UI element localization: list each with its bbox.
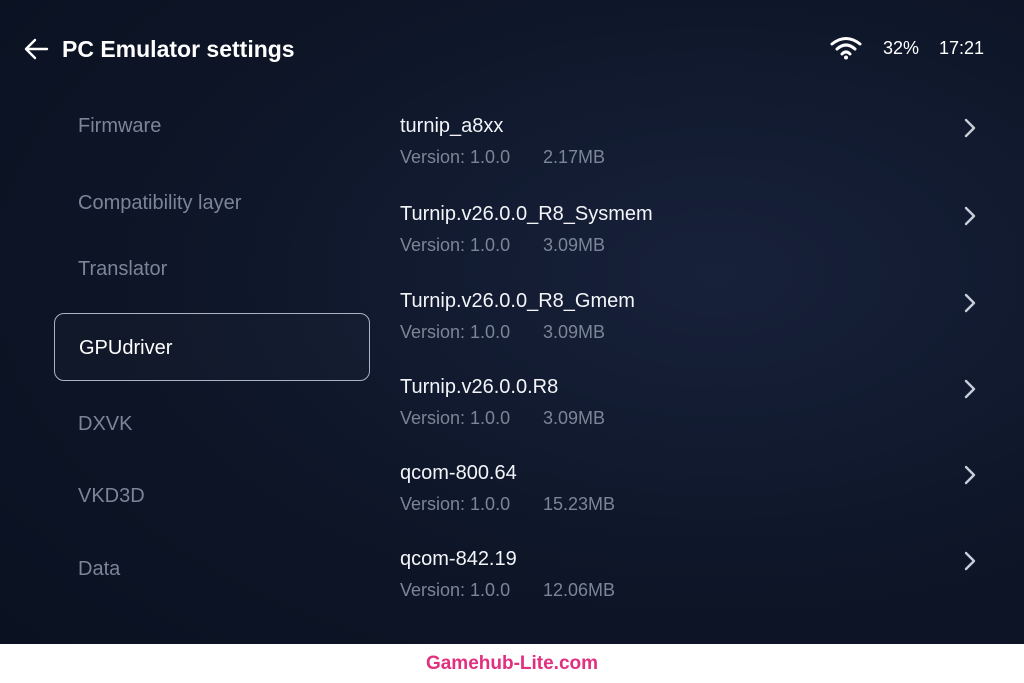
page-title: PC Emulator settings [62, 36, 295, 62]
driver-item[interactable]: Turnip.v26.0.0.R8 Version: 1.0.0 3.09MB [388, 373, 988, 453]
sidebar-item-data[interactable]: Data [54, 535, 370, 603]
driver-item[interactable]: qcom-842.19 Version: 1.0.0 12.06MB [388, 545, 988, 625]
sidebar-item-label: Translator [78, 258, 168, 280]
watermark-banner: Gamehub-Lite.com [0, 644, 1024, 683]
back-button[interactable] [22, 34, 52, 64]
driver-version: Version: 1.0.0 [400, 494, 511, 514]
driver-item[interactable]: turnip_a8xx Version: 1.0.0 2.17MB [388, 112, 988, 192]
sidebar-item-label: Compatibility layer [78, 192, 242, 214]
chevron-right-icon [964, 293, 976, 313]
driver-size: 3.09MB [543, 322, 606, 342]
sidebar-item-label: GPUdriver [79, 337, 173, 359]
driver-version: Version: 1.0.0 [400, 580, 511, 600]
driver-name: qcom-842.19 [400, 548, 517, 570]
chevron-right-icon [964, 118, 976, 138]
chevron-right-icon [964, 465, 976, 485]
driver-name: qcom-800.64 [400, 462, 517, 484]
driver-name: Turnip.v26.0.0.R8 [400, 376, 559, 398]
driver-version: Version: 1.0.0 [400, 147, 511, 167]
status-time: 17:21 [939, 38, 985, 58]
driver-size: 15.23MB [543, 494, 616, 514]
driver-name: Turnip.v26.0.0_R8_Gmem [400, 290, 635, 312]
sidebar-item-firmware[interactable]: Firmware [54, 92, 370, 160]
driver-item[interactable]: qcom-800.64 Version: 1.0.0 15.23MB [388, 459, 988, 539]
driver-name: Turnip.v26.0.0_R8_Sysmem [400, 203, 653, 225]
chevron-right-icon [964, 551, 976, 571]
driver-version: Version: 1.0.0 [400, 322, 511, 342]
sidebar-item-gpudriver[interactable]: GPUdriver [54, 313, 370, 381]
sidebar-item-vkd3d[interactable]: VKD3D [54, 462, 370, 530]
wifi-icon [830, 36, 862, 60]
sidebar-item-label: Firmware [78, 115, 162, 137]
driver-item[interactable]: Turnip.v26.0.0_R8_Gmem Version: 1.0.0 3.… [388, 287, 988, 367]
sidebar-item-dxvk[interactable]: DXVK [54, 390, 370, 458]
sidebar-item-label: DXVK [78, 413, 133, 435]
driver-item[interactable]: Turnip.v26.0.0_R8_Sysmem Version: 1.0.0 … [388, 200, 988, 280]
driver-size: 3.09MB [543, 235, 606, 255]
driver-name: turnip_a8xx [400, 115, 504, 137]
battery-level: 32% [883, 38, 920, 58]
driver-version: Version: 1.0.0 [400, 235, 511, 255]
driver-size: 2.17MB [543, 147, 606, 167]
chevron-right-icon [964, 379, 976, 399]
driver-size: 3.09MB [543, 408, 606, 428]
driver-version: Version: 1.0.0 [400, 408, 511, 428]
watermark-text: Gamehub-Lite.com [425, 653, 599, 674]
arrow-left-icon [24, 38, 49, 60]
sidebar-item-compatibility-layer[interactable]: Compatibility layer [54, 169, 370, 237]
top-bar: PC Emulator settings 32% 17:21 [0, 0, 1024, 96]
sidebar-item-translator[interactable]: Translator [54, 235, 370, 303]
sidebar-item-label: VKD3D [78, 485, 145, 507]
driver-size: 12.06MB [543, 580, 616, 600]
chevron-right-icon [964, 206, 976, 226]
sidebar-item-label: Data [78, 558, 121, 580]
